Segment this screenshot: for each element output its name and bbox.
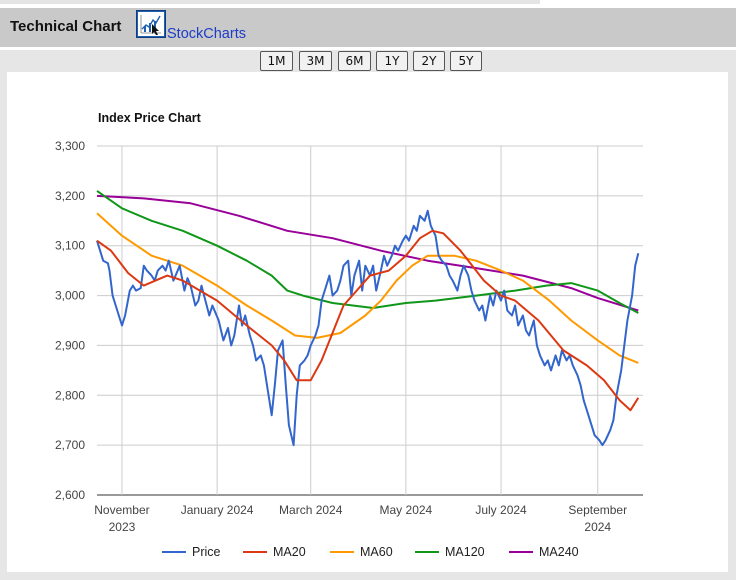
legend-label-price: Price [192, 545, 221, 559]
chart-title: Index Price Chart [98, 111, 202, 125]
legend-label-ma240: MA240 [539, 545, 579, 559]
y-tick-label: 2,800 [55, 388, 85, 402]
x-tick-label: 2023 [109, 520, 136, 534]
legend-label-ma120: MA120 [445, 545, 485, 559]
series-line-ma20 [96, 229, 640, 412]
legend-label-ma20: MA20 [273, 545, 306, 559]
y-tick-label: 2,900 [55, 338, 85, 352]
y-tick-label: 3,300 [55, 139, 85, 153]
legend-label-ma60: MA60 [360, 545, 393, 559]
y-tick-label: 2,700 [55, 438, 85, 452]
y-tick-label: 3,200 [55, 189, 85, 203]
x-tick-label: September [568, 503, 627, 517]
series-line-ma120 [96, 190, 639, 314]
series-line-ma60 [96, 212, 639, 364]
x-tick-label: November [94, 503, 149, 517]
y-tick-label: 3,100 [55, 239, 85, 253]
price-chart: Index Price Chart 2,600 2,700 2,800 2,900 3,0… [55, 111, 643, 559]
x-tick-label: 2024 [584, 520, 611, 534]
x-tick-label: May 2024 [380, 503, 433, 517]
x-tick-label: March 2024 [279, 503, 343, 517]
y-tick-label: 2,600 [55, 488, 85, 502]
x-tick-label: January 2024 [181, 503, 254, 517]
y-tick-label: 3,000 [55, 289, 85, 303]
series-line-ma240 [96, 194, 639, 312]
x-tick-label: July 2024 [475, 503, 527, 517]
